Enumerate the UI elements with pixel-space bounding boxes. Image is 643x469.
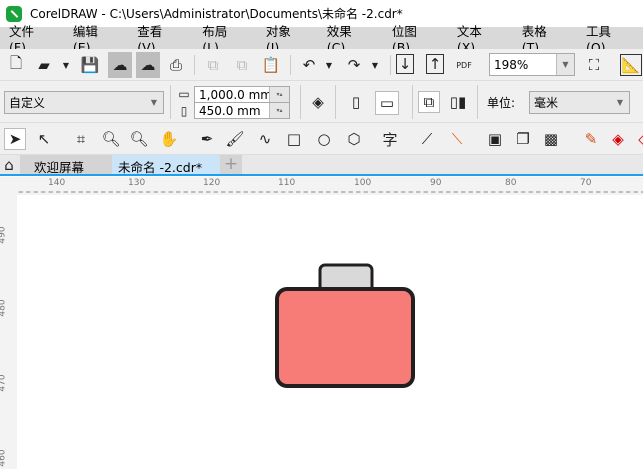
width-spinner[interactable]: ▾▴ — [269, 87, 289, 102]
ruler-label: 80 — [505, 178, 517, 188]
ruler-label: 100 — [354, 178, 372, 188]
full-screen-icon[interactable]: ⛶ — [583, 54, 605, 76]
shape-tool-icon[interactable]: ↖ — [33, 128, 55, 150]
height-spinner[interactable]: ▾▴ — [269, 103, 289, 118]
portrait-icon[interactable]: ▯ — [345, 91, 367, 113]
dimension-tool-icon[interactable]: ⟋ — [416, 128, 438, 150]
ruler-label: 120 — [203, 178, 221, 188]
chevron-down-icon: ▼ — [556, 54, 574, 75]
ruler-label: 140 — [48, 178, 66, 188]
bag-body-shape[interactable] — [275, 287, 415, 388]
document-tabs: ⌂ 欢迎屏幕 未命名 -2.cdr* + — [0, 155, 643, 176]
landscape-icon[interactable]: ▭ — [375, 91, 399, 115]
text-tool-icon[interactable]: 字 — [379, 128, 401, 150]
current-page-icon[interactable]: ▯▮ — [447, 91, 469, 113]
zoom-tool-icon[interactable]: 🔍︎ — [100, 128, 122, 150]
pen-tool-icon[interactable]: ✒ — [196, 128, 218, 150]
ruler-label: 130 — [128, 178, 146, 188]
rectangle-tool-icon[interactable]: □ — [283, 128, 305, 150]
open-dropdown-icon[interactable]: ▼ — [55, 54, 77, 76]
page-height-value: 450.0 mm — [199, 103, 261, 118]
connector-tool-icon[interactable]: ⟍ — [446, 128, 468, 150]
tab-label: 欢迎屏幕 — [34, 160, 85, 175]
page-origin-icon[interactable]: ◈ — [307, 91, 329, 113]
polygon-tool-icon[interactable]: ⬡ — [343, 128, 365, 150]
drawing-canvas[interactable] — [17, 195, 643, 469]
smart-fill-icon[interactable]: ◇ — [633, 128, 643, 150]
crop-tool-icon[interactable]: ⌗ — [70, 128, 92, 150]
smart-drawing-icon[interactable]: ∿ — [254, 128, 276, 150]
page-size-select[interactable]: 自定义 ▼ — [4, 91, 164, 114]
units-value: 毫米 — [534, 96, 559, 110]
page-size-value: 自定义 — [9, 96, 46, 110]
rulers-options-icon[interactable]: 📐 — [620, 54, 642, 76]
units-select[interactable]: 毫米 ▼ — [529, 91, 630, 114]
ruler-label: 480 — [0, 299, 8, 317]
chevron-down-icon: ▼ — [145, 92, 163, 113]
ruler-label: 110 — [278, 178, 296, 188]
copy-icon[interactable]: ⧉ — [231, 54, 253, 76]
standard-toolbar: 🗋 ▰ ▼ 💾 ☁ ☁ ⎙ ⧉ ⧉ 📋 ↶ ▼ ↷ ▼ ↓ ↑ PDF 198%… — [0, 49, 643, 81]
page-width-value: 1,000.0 mm — [199, 87, 272, 102]
new-document-icon[interactable]: 🗋 — [5, 54, 27, 76]
drop-shadow-icon[interactable]: ❐ — [512, 128, 534, 150]
ruler-label: 460 — [0, 449, 8, 467]
ruler-label: 470 — [0, 374, 8, 392]
export-icon[interactable]: ↑ — [426, 54, 444, 74]
page-width-input[interactable]: 1,000.0 mm ▾▴ — [194, 86, 290, 103]
redo-dropdown-icon[interactable]: ▼ — [364, 54, 386, 76]
new-tab-button[interactable]: + — [220, 155, 242, 174]
coreldraw-logo-icon — [6, 5, 22, 22]
export-cloud-icon[interactable]: ☁ — [136, 52, 160, 78]
brush-tool-icon[interactable]: 🖌 — [224, 128, 246, 150]
paste-icon[interactable]: 📋 — [260, 54, 282, 76]
tab-document[interactable]: 未命名 -2.cdr* — [112, 155, 220, 175]
undo-icon[interactable]: ↶ — [298, 54, 320, 76]
print-icon[interactable]: ⎙ — [165, 54, 187, 76]
open-folder-icon[interactable]: ▰ — [33, 54, 55, 76]
import-cloud-icon[interactable]: ☁ — [108, 52, 132, 78]
tab-label: 未命名 -2.cdr* — [118, 160, 203, 175]
toolbox: ➤ ↖ ⌗ 🔍︎ 🔍︎ ✋ ✒ 🖌 ∿ □ ○ ⬡ 字 ⟋ ⟍ ▣ ❐ ▩ ✎ … — [0, 123, 643, 155]
horizontal-ruler[interactable]: 140 130 120 110 100 90 80 70 — [0, 177, 643, 195]
interactive-fill-icon[interactable]: ◈ — [607, 128, 629, 150]
menu-bar: 文件(F) 编辑(E) 查看(V) 布局(L) 对象(J) 效果(C) 位图(B… — [0, 24, 643, 55]
pick-tool-icon[interactable]: ➤ — [4, 128, 26, 150]
window-title: CorelDRAW - C:\Users\Administrator\Docum… — [30, 7, 403, 21]
ruler-label: 490 — [0, 226, 8, 244]
transparency-tool-icon[interactable]: ▩ — [540, 128, 562, 150]
page-width-icon: ▭ — [178, 87, 190, 101]
tab-welcome-screen[interactable]: 欢迎屏幕 — [20, 155, 112, 175]
zoom-level-value: 198% — [494, 57, 529, 72]
property-bar: 自定义 ▼ ▭ ▯ 1,000.0 mm ▾▴ 450.0 mm ▾▴ ◈ ▯ ▭ ⧉… — [0, 81, 643, 123]
contour-tool-icon[interactable]: ▣ — [484, 128, 506, 150]
import-icon[interactable]: ↓ — [396, 54, 414, 74]
undo-dropdown-icon[interactable]: ▼ — [318, 54, 340, 76]
save-icon[interactable]: 💾 — [79, 54, 101, 76]
ruler-label: 90 — [430, 178, 442, 188]
zoom-level-select[interactable]: 198% ▼ — [489, 53, 575, 76]
all-pages-icon[interactable]: ⧉ — [418, 91, 440, 113]
vertical-ruler[interactable]: 490 480 470 460 — [0, 195, 17, 469]
publish-pdf-icon[interactable]: PDF — [453, 54, 475, 76]
ruler-label: 70 — [580, 178, 592, 188]
eyedropper-tool-icon[interactable]: ✎ — [580, 128, 602, 150]
units-label: 单位: — [487, 96, 516, 110]
redo-icon[interactable]: ↷ — [343, 54, 365, 76]
pan-tool-icon[interactable]: ✋ — [158, 128, 180, 150]
chevron-down-icon: ▼ — [611, 92, 629, 113]
cut-icon[interactable]: ⧉ — [202, 54, 224, 76]
zoom-out-tool-icon[interactable]: 🔍︎ — [128, 128, 150, 150]
ellipse-tool-icon[interactable]: ○ — [313, 128, 335, 150]
home-icon[interactable]: ⌂ — [0, 155, 18, 175]
page-height-icon: ▯ — [180, 104, 188, 118]
page-height-input[interactable]: 450.0 mm ▾▴ — [194, 102, 290, 119]
